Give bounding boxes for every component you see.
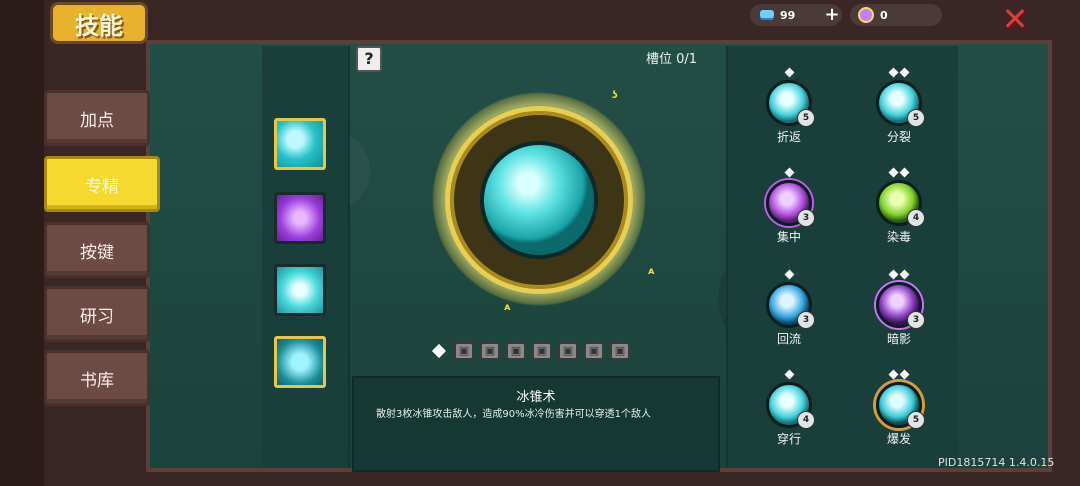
shadow-icon: 3 [876, 282, 925, 329]
talent-backflow[interactable]: 3 回流 [754, 269, 824, 347]
skill-description: 散射3枚冰锥攻击敌人，造成90%冰冷伤害并可以穿透1个敌人 [376, 409, 651, 420]
poison-icon: 4 [876, 180, 925, 227]
pip-icon [888, 167, 899, 178]
gem-count: 99 [780, 8, 796, 22]
crystal-counter: 0 [850, 4, 942, 26]
tab-label: 专精 [85, 176, 119, 197]
talent-focus[interactable]: 3 集中 [754, 167, 824, 245]
pip-icon [899, 269, 910, 280]
tab-library[interactable]: 书库 [44, 350, 150, 406]
pip-icon [888, 269, 899, 280]
talent-label: 回流 [776, 332, 801, 346]
lock-icon: ▣ [454, 342, 474, 360]
talent-traverse[interactable]: 4 穿行 [754, 369, 824, 447]
slot-counter: 槽位 0/1 [646, 52, 698, 67]
talent-label: 暗影 [886, 332, 911, 346]
tab-label: 研习 [80, 306, 114, 327]
level-badge: 5 [797, 109, 815, 127]
tab-study[interactable]: 研习 [44, 286, 150, 342]
talent-label: 折返 [776, 130, 801, 144]
backflow-icon: 3 [766, 282, 815, 329]
lock-icon: ▣ [610, 342, 630, 360]
level-badge: 5 [907, 109, 925, 127]
pip-icon [888, 67, 899, 78]
level-badge: 5 [907, 411, 925, 429]
pip-icon [784, 369, 794, 380]
skill-ice-spirit[interactable] [274, 336, 326, 388]
mastery-slots: ▣ ▣ ▣ ▣ ▣ ▣ ▣ [431, 342, 630, 360]
skill-name: 冰锥术 [516, 390, 556, 405]
talent-label: 穿行 [776, 432, 801, 446]
skill-description-panel: 冰锥术 散射3枚冰锥攻击敌人，造成90%冰冷伤害并可以穿透1个敌人 [352, 376, 720, 472]
rune-spark: ᴀ [504, 302, 511, 313]
tab-add-points[interactable]: 加点 [44, 90, 150, 146]
add-gems-button[interactable]: + [824, 4, 840, 25]
burst-icon: 5 [876, 382, 925, 429]
talent-rebound[interactable]: 5 折返 [754, 67, 824, 145]
level-badge: 4 [907, 209, 925, 227]
page-title: 技能 [50, 2, 148, 44]
talent-burst[interactable]: 5 爆发 [864, 369, 934, 447]
tab-keybinds[interactable]: 按键 [44, 222, 150, 278]
lock-icon: ▣ [506, 342, 526, 360]
level-badge: 3 [797, 311, 815, 329]
pip-icon [899, 67, 910, 78]
version-label: PID1815714 1.4.0.15 [938, 456, 1055, 469]
gem-icon [760, 10, 774, 20]
tab-label: 按键 [80, 242, 114, 263]
skill-ice-shard[interactable] [274, 118, 326, 170]
lock-icon: ▣ [558, 342, 578, 360]
talent-label: 分裂 [886, 130, 911, 144]
pip-icon [888, 369, 899, 380]
lock-icon: ▣ [480, 342, 500, 360]
talent-poison[interactable]: 4 染毒 [864, 167, 934, 245]
talent-label: 集中 [776, 230, 801, 244]
tab-mastery[interactable]: 专精 [44, 156, 160, 212]
diamond-icon [431, 343, 447, 359]
talent-split[interactable]: 5 分裂 [864, 67, 934, 145]
rune-spark: ʖ [612, 90, 618, 101]
pip-icon [784, 269, 794, 280]
close-button[interactable]: ✕ [1000, 3, 1030, 35]
rune-spark: ᴀ [648, 266, 655, 277]
tab-label: 书库 [80, 370, 114, 391]
talent-shadow[interactable]: 3 暗影 [864, 269, 934, 347]
lock-icon: ▣ [532, 342, 552, 360]
lock-icon: ▣ [584, 342, 604, 360]
tab-label: 加点 [80, 110, 114, 131]
skill-frost-burst[interactable] [274, 264, 326, 316]
pip-icon [899, 369, 910, 380]
skill-orb-icon [480, 141, 598, 259]
crystal-count: 0 [880, 8, 888, 22]
skill-list-column [262, 46, 350, 468]
rebound-icon: 5 [766, 80, 815, 127]
pip-icon [784, 167, 794, 178]
traverse-icon: 4 [766, 382, 815, 429]
skill-void-arrow[interactable] [274, 192, 326, 244]
focus-icon: 3 [766, 180, 815, 227]
help-button[interactable]: ? [356, 46, 382, 72]
crystal-icon [858, 7, 874, 23]
pip-icon [784, 67, 794, 78]
talent-label: 爆发 [886, 432, 911, 446]
level-badge: 3 [907, 311, 925, 329]
split-icon: 5 [876, 80, 925, 127]
pip-icon [899, 167, 910, 178]
level-badge: 4 [797, 411, 815, 429]
level-badge: 3 [797, 209, 815, 227]
talent-label: 染毒 [886, 230, 911, 244]
